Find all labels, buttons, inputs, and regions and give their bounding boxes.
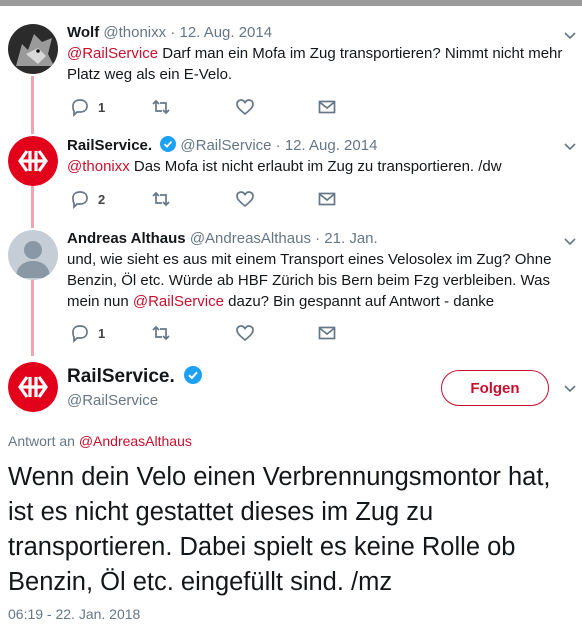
default-avatar[interactable]	[8, 230, 58, 280]
top-bar	[0, 0, 582, 6]
main-tweet-text: Wenn dein Velo einen Verbrennungsmontor …	[8, 463, 551, 596]
mention-link[interactable]: @RailService	[67, 45, 158, 62]
thread-line	[31, 76, 34, 134]
tweet-header: Andreas Althaus @AndreasAlthaus · 21. Ja…	[67, 230, 378, 247]
sbb-logo-avatar[interactable]	[8, 362, 58, 412]
reply-count: 2	[98, 191, 106, 207]
envelope-icon	[318, 100, 336, 114]
author-name[interactable]: RailService.	[67, 137, 152, 154]
like-button[interactable]	[235, 323, 255, 343]
reply-icon	[72, 191, 88, 209]
tweet-text: und, wie sieht es aus mit einem Transpor…	[67, 251, 552, 310]
retweet-icon	[152, 99, 170, 115]
retweet-icon	[152, 325, 170, 341]
reply-context: Antwort an @AndreasAlthaus	[8, 433, 192, 449]
heart-icon	[236, 191, 254, 208]
main-author[interactable]: RailService.	[67, 366, 203, 388]
retweet-button[interactable]	[151, 97, 171, 117]
tweet-actions: 2	[67, 189, 367, 209]
heart-icon	[236, 99, 254, 116]
direct-message-button[interactable]	[317, 189, 337, 209]
chevron-down-icon[interactable]	[564, 29, 576, 41]
tweet-date[interactable]: 21. Jan.	[324, 230, 377, 247]
tweet-date[interactable]: 12. Aug. 2014	[180, 24, 273, 41]
reply-button[interactable]: 2	[70, 189, 105, 209]
reply-count: 1	[98, 99, 106, 115]
reply-icon	[72, 325, 88, 343]
follow-button[interactable]: Folgen	[441, 370, 549, 406]
tweet-text: @RailService Darf man ein Mofa im Zug tr…	[67, 45, 563, 83]
heart-icon	[236, 325, 254, 342]
chevron-down-icon[interactable]	[564, 382, 576, 394]
envelope-icon	[318, 192, 336, 206]
like-button[interactable]	[235, 189, 255, 209]
retweet-button[interactable]	[151, 189, 171, 209]
direct-message-button[interactable]	[317, 97, 337, 117]
tweet-date[interactable]: 12. Aug. 2014	[285, 137, 378, 154]
author-name: RailService.	[67, 366, 175, 387]
tweet-header: Wolf @thonixx · 12. Aug. 2014	[67, 24, 273, 41]
author-name[interactable]: Andreas Althaus	[67, 230, 186, 247]
author-handle[interactable]: @thonixx	[103, 24, 166, 41]
wolf-avatar[interactable]	[8, 24, 58, 74]
thread-line	[31, 186, 34, 228]
chevron-down-icon[interactable]	[564, 140, 576, 152]
author-name[interactable]: Wolf	[67, 24, 99, 41]
verified-icon	[160, 136, 177, 152]
mention-link[interactable]: @thonixx	[67, 158, 130, 175]
author-handle[interactable]: @RailService	[67, 392, 158, 409]
tweet-actions: 1	[67, 323, 367, 343]
tweet-header: RailService. @RailService · 12. Aug. 201…	[67, 136, 378, 154]
mention-link[interactable]: @RailService	[133, 293, 224, 310]
retweet-icon	[152, 191, 170, 207]
thread-line	[31, 280, 34, 356]
tweet-timestamp[interactable]: 06:19 - 22. Jan. 2018	[8, 606, 140, 622]
tweet-text: @thonixx Das Mofa ist nicht erlaubt im Z…	[67, 158, 502, 175]
reply-button[interactable]: 1	[70, 97, 105, 117]
reply-button[interactable]: 1	[70, 323, 105, 343]
sbb-logo-avatar[interactable]	[8, 136, 58, 186]
author-handle[interactable]: @AndreasAlthaus	[190, 230, 311, 247]
envelope-icon	[318, 326, 336, 340]
author-handle[interactable]: @RailService	[180, 137, 271, 154]
reply-icon	[72, 99, 88, 117]
chevron-down-icon[interactable]	[564, 235, 576, 247]
tweet-actions: 1	[67, 97, 367, 117]
verified-icon	[184, 366, 203, 384]
direct-message-button[interactable]	[317, 323, 337, 343]
retweet-button[interactable]	[151, 323, 171, 343]
reply-count: 1	[98, 325, 106, 341]
mention-link[interactable]: @AndreasAlthaus	[79, 433, 192, 449]
like-button[interactable]	[235, 97, 255, 117]
